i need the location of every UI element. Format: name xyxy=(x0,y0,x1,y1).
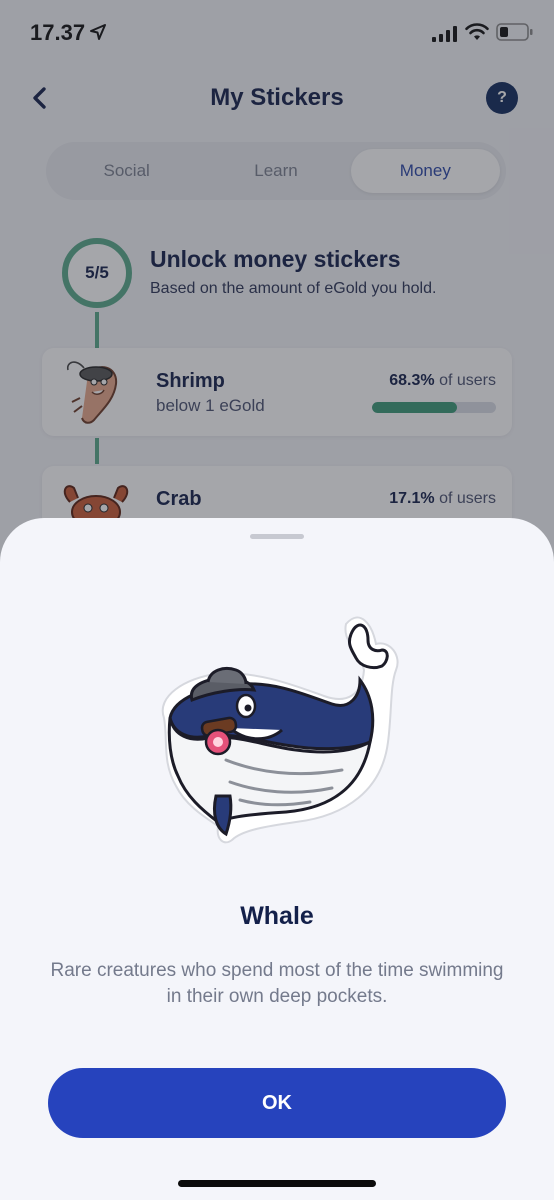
sticker-detail-name: Whale xyxy=(240,902,314,930)
sticker-detail-sheet: Whale Rare creatures who spend most of t… xyxy=(0,518,554,1200)
app-screen: 17.37 My Stickers ? Social Learn Money 5… xyxy=(0,0,554,1200)
home-indicator[interactable] xyxy=(178,1180,376,1187)
sticker-detail-description: Rare creatures who spend most of the tim… xyxy=(50,960,504,1007)
sheet-grabber[interactable] xyxy=(250,534,304,539)
whale-sticker-icon xyxy=(161,616,399,844)
ok-button[interactable]: OK xyxy=(48,1068,506,1138)
